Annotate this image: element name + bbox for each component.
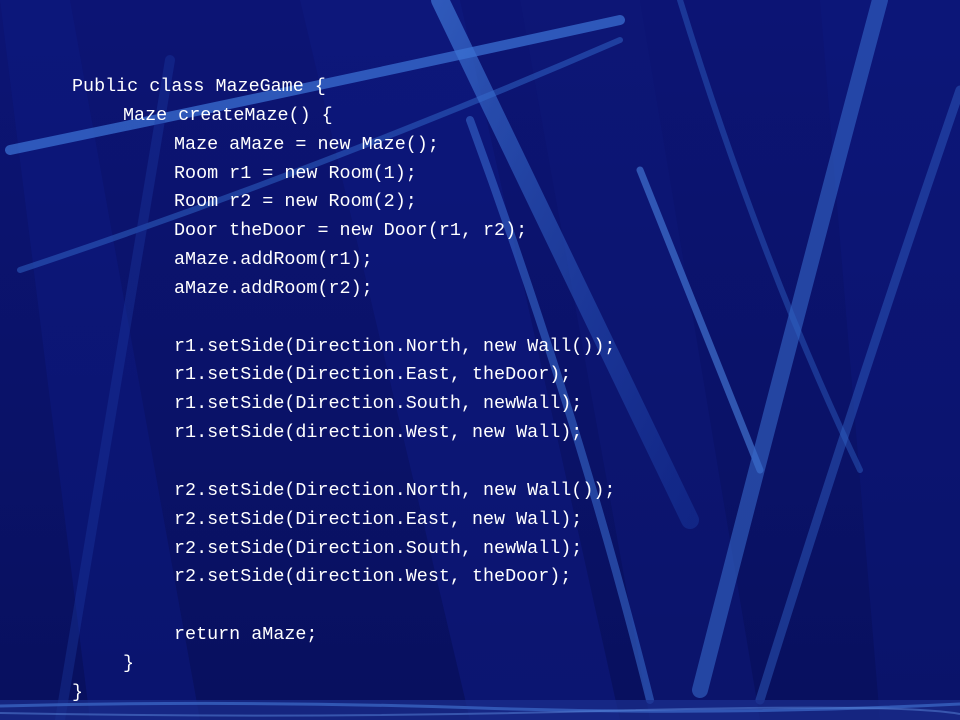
code-line: r1.setSide(direction.West, new Wall); [174, 422, 583, 444]
slide: Public class MazeGame { Maze createMaze(… [0, 0, 960, 720]
code-line: r2.setSide(Direction.East, new Wall); [174, 508, 583, 530]
code-line: } [123, 652, 135, 674]
code-line: aMaze.addRoom(r1); [174, 249, 373, 271]
code-line: r1.setSide(Direction.South, newWall); [174, 393, 583, 415]
code-line: r2.setSide(Direction.South, newWall); [174, 537, 583, 559]
code-line: aMaze.addRoom(r2); [174, 277, 373, 299]
code-line: r2.setSide(direction.West, theDoor); [174, 566, 572, 588]
code-line: r2.setSide(Direction.North, new Wall()); [174, 479, 616, 501]
code-line: return aMaze; [174, 624, 318, 646]
code-line: Maze aMaze = new Maze(); [174, 133, 439, 155]
code-line: r1.setSide(Direction.North, new Wall()); [174, 335, 616, 357]
code-listing: Public class MazeGame { Maze createMaze(… [72, 73, 932, 708]
code-line: r1.setSide(Direction.East, theDoor); [174, 364, 572, 386]
code-line: Room r2 = new Room(2); [174, 191, 417, 213]
code-line: Room r1 = new Room(1); [174, 162, 417, 184]
code-line: Public class MazeGame { [72, 76, 326, 97]
code-line: Maze createMaze() { [123, 104, 333, 126]
code-line: } [72, 681, 84, 703]
code-line: Door theDoor = new Door(r1, r2); [174, 220, 528, 242]
